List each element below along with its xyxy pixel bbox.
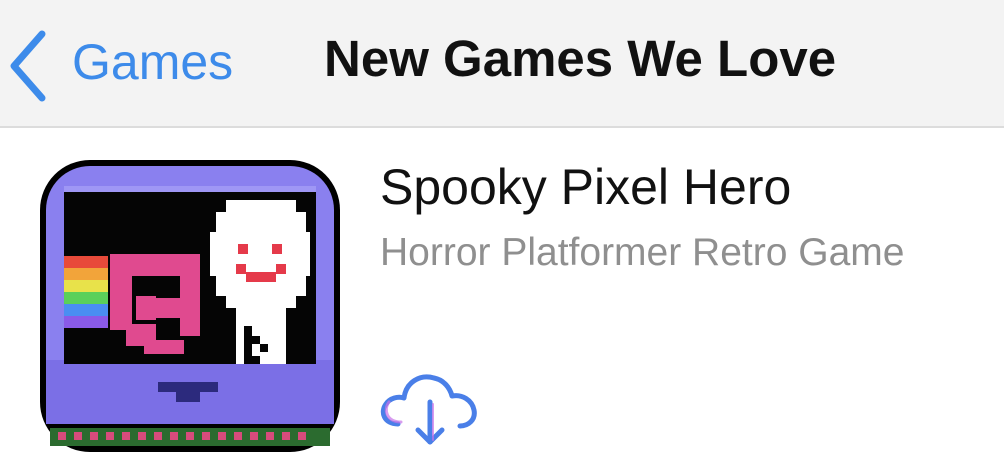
app-list-item[interactable]: Spooky Pixel Hero Horror Platformer Retr… [0,130,1004,472]
back-label: Games [72,34,234,90]
app-subtitle: Horror Platformer Retro Game [380,231,905,274]
app-name: Spooky Pixel Hero [380,159,792,215]
back-button[interactable]: Games [0,16,260,106]
page-title: New Games We Love [324,30,837,87]
navigation-bar: Games New Games We Love [0,0,1004,128]
app-store-screen: Games New Games We Love Spooky Pixel Her… [0,0,1004,472]
chevron-left-icon [4,26,54,111]
game-app-icon[interactable] [40,160,340,452]
cloud-download-icon[interactable] [376,362,486,452]
